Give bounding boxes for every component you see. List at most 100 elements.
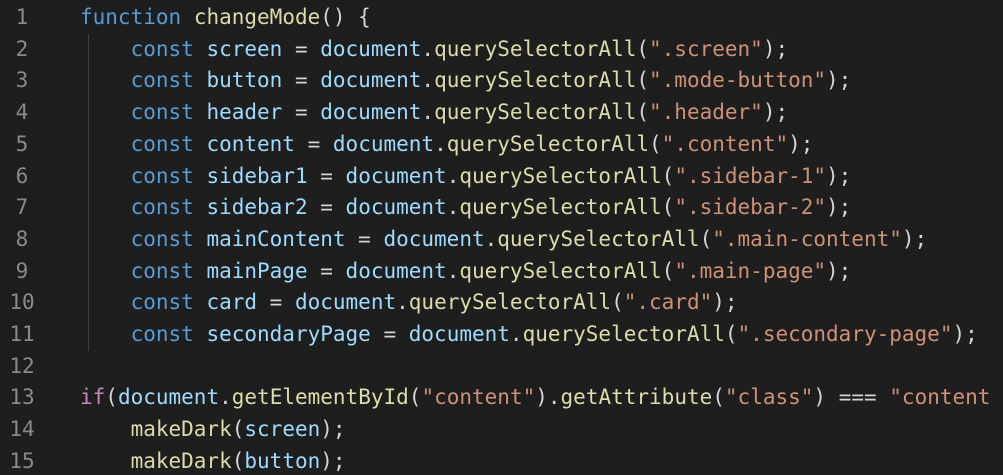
code-token: const (130, 68, 194, 93)
code-token: const (130, 195, 194, 220)
line-number: 3 (15, 68, 29, 93)
code-token: "class" (724, 385, 814, 410)
line-number: 13 (9, 385, 35, 410)
code-line[interactable]: 7 const sidebar2 = document.querySelecto… (0, 192, 1003, 224)
code-token: ( (636, 36, 650, 61)
code-token: ".sidebar-2" (674, 195, 827, 220)
code-token: ( (636, 100, 650, 125)
code-line[interactable]: 2 const screen = document.querySelectorA… (0, 34, 1003, 66)
code-token: ( (724, 322, 738, 346)
code-token: = (257, 290, 295, 315)
code-token: = (282, 100, 321, 125)
code-token: ( (231, 448, 245, 473)
code-line[interactable]: 8 const mainContent = document.querySele… (0, 224, 1003, 256)
code-token: ( (712, 385, 725, 410)
code-token: ".screen" (649, 36, 763, 61)
code-token: const (130, 290, 194, 315)
code-text: if(document.getElementById("content").ge… (80, 382, 990, 414)
code-token: ".secondary-page" (737, 322, 953, 346)
code-line[interactable]: 6 const sidebar1 = document.querySelecto… (0, 161, 1003, 193)
code-editor[interactable]: 1 function changeMode() {2 const screen =… (0, 0, 1003, 475)
code-token: secondaryPage (206, 322, 371, 346)
line-number: 9 (15, 258, 29, 283)
code-token: if (80, 385, 106, 410)
code-token: querySelectorAll (522, 322, 725, 346)
code-text: const button = document.querySelectorAll… (80, 65, 852, 97)
code-token: document (117, 385, 220, 410)
code-token: () { (320, 5, 371, 29)
code-text: const mainPage = document.querySelectorA… (80, 256, 852, 288)
code-token: button (206, 68, 283, 93)
code-line[interactable]: 13 if(document.getElementById("content").… (0, 382, 1003, 414)
code-token: document (383, 226, 485, 251)
code-line[interactable]: 9 const mainPage = document.querySelecto… (0, 256, 1003, 288)
code-token: . (421, 100, 435, 125)
line-number: 6 (15, 163, 29, 188)
code-token: document (332, 131, 435, 156)
code-token: screen (206, 36, 283, 61)
code-text: const sidebar2 = document.querySelectorA… (80, 192, 852, 224)
code-token: ); (826, 258, 852, 283)
code-token: . (446, 258, 460, 283)
code-line[interactable]: 15 makeDark(button); (0, 446, 1003, 475)
line-number: 4 (15, 100, 29, 125)
code-token: card (206, 290, 258, 315)
line-number: 5 (15, 131, 29, 156)
code-line[interactable]: 14 makeDark(screen); (0, 414, 1003, 446)
code-line[interactable]: 11 const secondaryPage = document.queryS… (0, 319, 1003, 351)
code-token: ); (826, 163, 852, 188)
code-token: document (345, 258, 447, 283)
line-number: 1 (15, 5, 29, 29)
code-token: querySelectorAll (446, 131, 650, 156)
code-token: ); (712, 290, 738, 315)
code-line[interactable]: 12 (0, 351, 1003, 383)
code-token: ); (762, 100, 789, 125)
code-token: ); (320, 417, 346, 442)
code-token: document (320, 68, 422, 93)
code-token: querySelectorAll (497, 226, 700, 251)
code-token: . (446, 163, 460, 188)
line-number: 2 (15, 36, 29, 61)
code-text: const mainContent = document.querySelect… (80, 224, 928, 256)
code-line[interactable]: 1 function changeMode() { (0, 2, 1003, 34)
code-token: ); (762, 36, 789, 61)
code-text: makeDark(screen); (80, 414, 346, 446)
code-token: ); (788, 131, 814, 156)
code-token: querySelectorAll (459, 195, 662, 220)
code-token: = (307, 258, 346, 283)
code-token: "content (889, 385, 991, 410)
code-token: = (282, 68, 321, 93)
code-line[interactable]: 5 const content = document.querySelector… (0, 129, 1003, 161)
code-token: ); (901, 226, 928, 251)
code-line[interactable]: 10 const card = document.querySelectorAl… (0, 287, 1003, 319)
code-token: screen (244, 417, 321, 442)
code-text: const sidebar1 = document.querySelectorA… (80, 161, 852, 193)
code-token: ( (661, 258, 675, 283)
line-number: 7 (15, 195, 29, 220)
code-text: function changeMode() { (80, 2, 371, 34)
code-token: = (294, 131, 333, 156)
code-token: ( (661, 195, 675, 220)
code-token: ( (636, 68, 650, 93)
code-token: . (219, 385, 232, 410)
code-line[interactable]: 3 const button = document.querySelectorA… (0, 65, 1003, 97)
code-token: ( (611, 290, 624, 315)
code-token: document (408, 322, 510, 346)
code-token: = (370, 322, 409, 346)
line-number: 10 (9, 290, 35, 315)
code-line[interactable]: 4 const header = document.querySelectorA… (0, 97, 1003, 129)
line-number: 8 (15, 226, 29, 251)
line-number: 14 (9, 417, 35, 442)
